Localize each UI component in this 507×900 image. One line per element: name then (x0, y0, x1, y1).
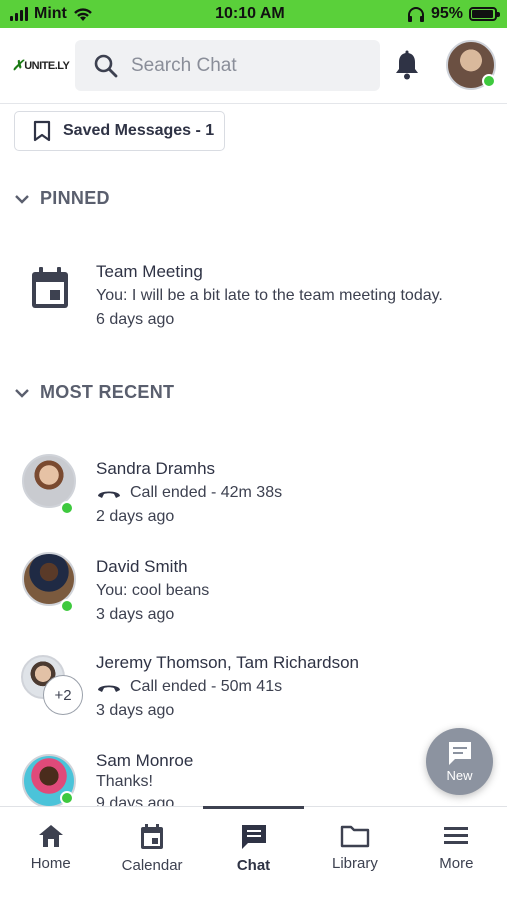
new-chat-label: New (446, 768, 473, 783)
logo-mark-icon: ✗ (12, 57, 24, 73)
online-status-dot (60, 599, 74, 613)
home-icon (38, 825, 63, 847)
menu-icon (444, 827, 469, 844)
search-placeholder: Search Chat (131, 54, 237, 76)
signal-icon (10, 7, 28, 21)
avatar (22, 552, 76, 606)
battery-icon (469, 7, 500, 21)
folder-icon (340, 825, 370, 848)
preview-text: Call ended - 50m 41s (130, 678, 283, 695)
conversation-name: Jeremy Thomson, Tam Richardson (96, 653, 359, 672)
nav-library[interactable]: Library (304, 807, 405, 900)
online-status-dot (60, 501, 74, 515)
chat-bubble-icon (448, 742, 471, 765)
nav-more[interactable]: More (406, 807, 507, 900)
pinned-section-label: PINNED (40, 188, 110, 208)
conversation-item[interactable]: David Smith You: cool beans 3 days ago (0, 552, 507, 647)
conversation-item[interactable]: Team Meeting You: I will be a bit late t… (0, 262, 507, 352)
online-status-dot (60, 791, 74, 805)
status-bar: Mint 10:10 AM 95% (0, 0, 507, 28)
bottom-navigation: Home Calendar Chat Library More (0, 806, 507, 900)
chevron-down-icon (15, 194, 29, 204)
conversation-time: 3 days ago (96, 606, 175, 623)
conversation-time: 2 days ago (96, 508, 175, 525)
phone-hangup-icon (98, 491, 120, 498)
app-header: ✗ UNITE.LY Search Chat (0, 28, 507, 104)
calendar-icon (141, 824, 164, 849)
bell-icon[interactable] (393, 50, 421, 80)
preview-text: You: I will be a bit late to the team me… (96, 287, 443, 304)
conversation-name: Sam Monroe (96, 751, 194, 770)
preview-text: Thanks! (96, 773, 153, 790)
clock: 10:10 AM (215, 5, 285, 22)
nav-label: More (439, 855, 474, 872)
conversation-preview: Call ended - 50m 41s (96, 678, 282, 696)
group-count-badge: +2 (43, 675, 83, 715)
group-count-label: +2 (54, 686, 72, 704)
nav-label: Home (30, 855, 71, 872)
conversation-time: 9 days ago (96, 795, 175, 806)
battery-level (472, 10, 493, 18)
pinned-section-header[interactable]: PINNED (14, 188, 110, 209)
phone-hangup-icon (98, 685, 120, 692)
saved-messages-button[interactable]: Saved Messages - 1 (14, 111, 225, 151)
online-status-dot (482, 74, 496, 88)
logo-text: UNITE.LY (24, 59, 70, 72)
conversation-time: 6 days ago (96, 311, 175, 328)
conversation-preview: You: I will be a bit late to the team me… (96, 287, 443, 305)
search-icon (94, 54, 118, 77)
chat-icon (241, 825, 266, 849)
conversation-time: 3 days ago (96, 702, 175, 719)
recent-section-header[interactable]: MOST RECENT (14, 382, 174, 403)
app-logo[interactable]: ✗ UNITE.LY (12, 57, 70, 74)
nav-calendar[interactable]: Calendar (101, 807, 202, 900)
conversation-preview: Thanks! (96, 773, 153, 791)
conversation-preview: You: cool beans (96, 582, 209, 600)
nav-label: Calendar (121, 857, 183, 874)
saved-messages-label: Saved Messages - 1 (63, 122, 215, 139)
conversation-name: David Smith (96, 557, 188, 576)
search-input[interactable]: Search Chat (75, 40, 380, 91)
calendar-icon (32, 267, 68, 308)
conversation-preview: Call ended - 42m 38s (96, 484, 282, 502)
recent-section-label: MOST RECENT (40, 382, 175, 402)
preview-text: You: cool beans (96, 582, 210, 599)
nav-label: Library (331, 855, 378, 872)
new-chat-button[interactable]: New (426, 728, 493, 795)
conversation-name: Sandra Dramhs (96, 459, 216, 478)
nav-home[interactable]: Home (0, 807, 101, 900)
conversation-item[interactable]: Sandra Dramhs Call ended - 42m 38s 2 day… (0, 454, 507, 549)
chevron-down-icon (15, 388, 29, 398)
carrier-label: Mint (34, 5, 67, 22)
bookmark-icon (33, 120, 51, 142)
avatar (22, 454, 76, 508)
conversation-item[interactable]: +2 Jeremy Thomson, Tam Richardson Call e… (0, 653, 507, 743)
conversation-name: Team Meeting (96, 262, 203, 281)
nav-label: Chat (236, 857, 271, 874)
battery-percent: 95% (430, 5, 463, 22)
preview-text: Call ended - 42m 38s (130, 484, 283, 501)
wifi-icon (74, 7, 92, 21)
nav-chat[interactable]: Chat (202, 806, 305, 900)
headphones-icon (407, 7, 424, 22)
